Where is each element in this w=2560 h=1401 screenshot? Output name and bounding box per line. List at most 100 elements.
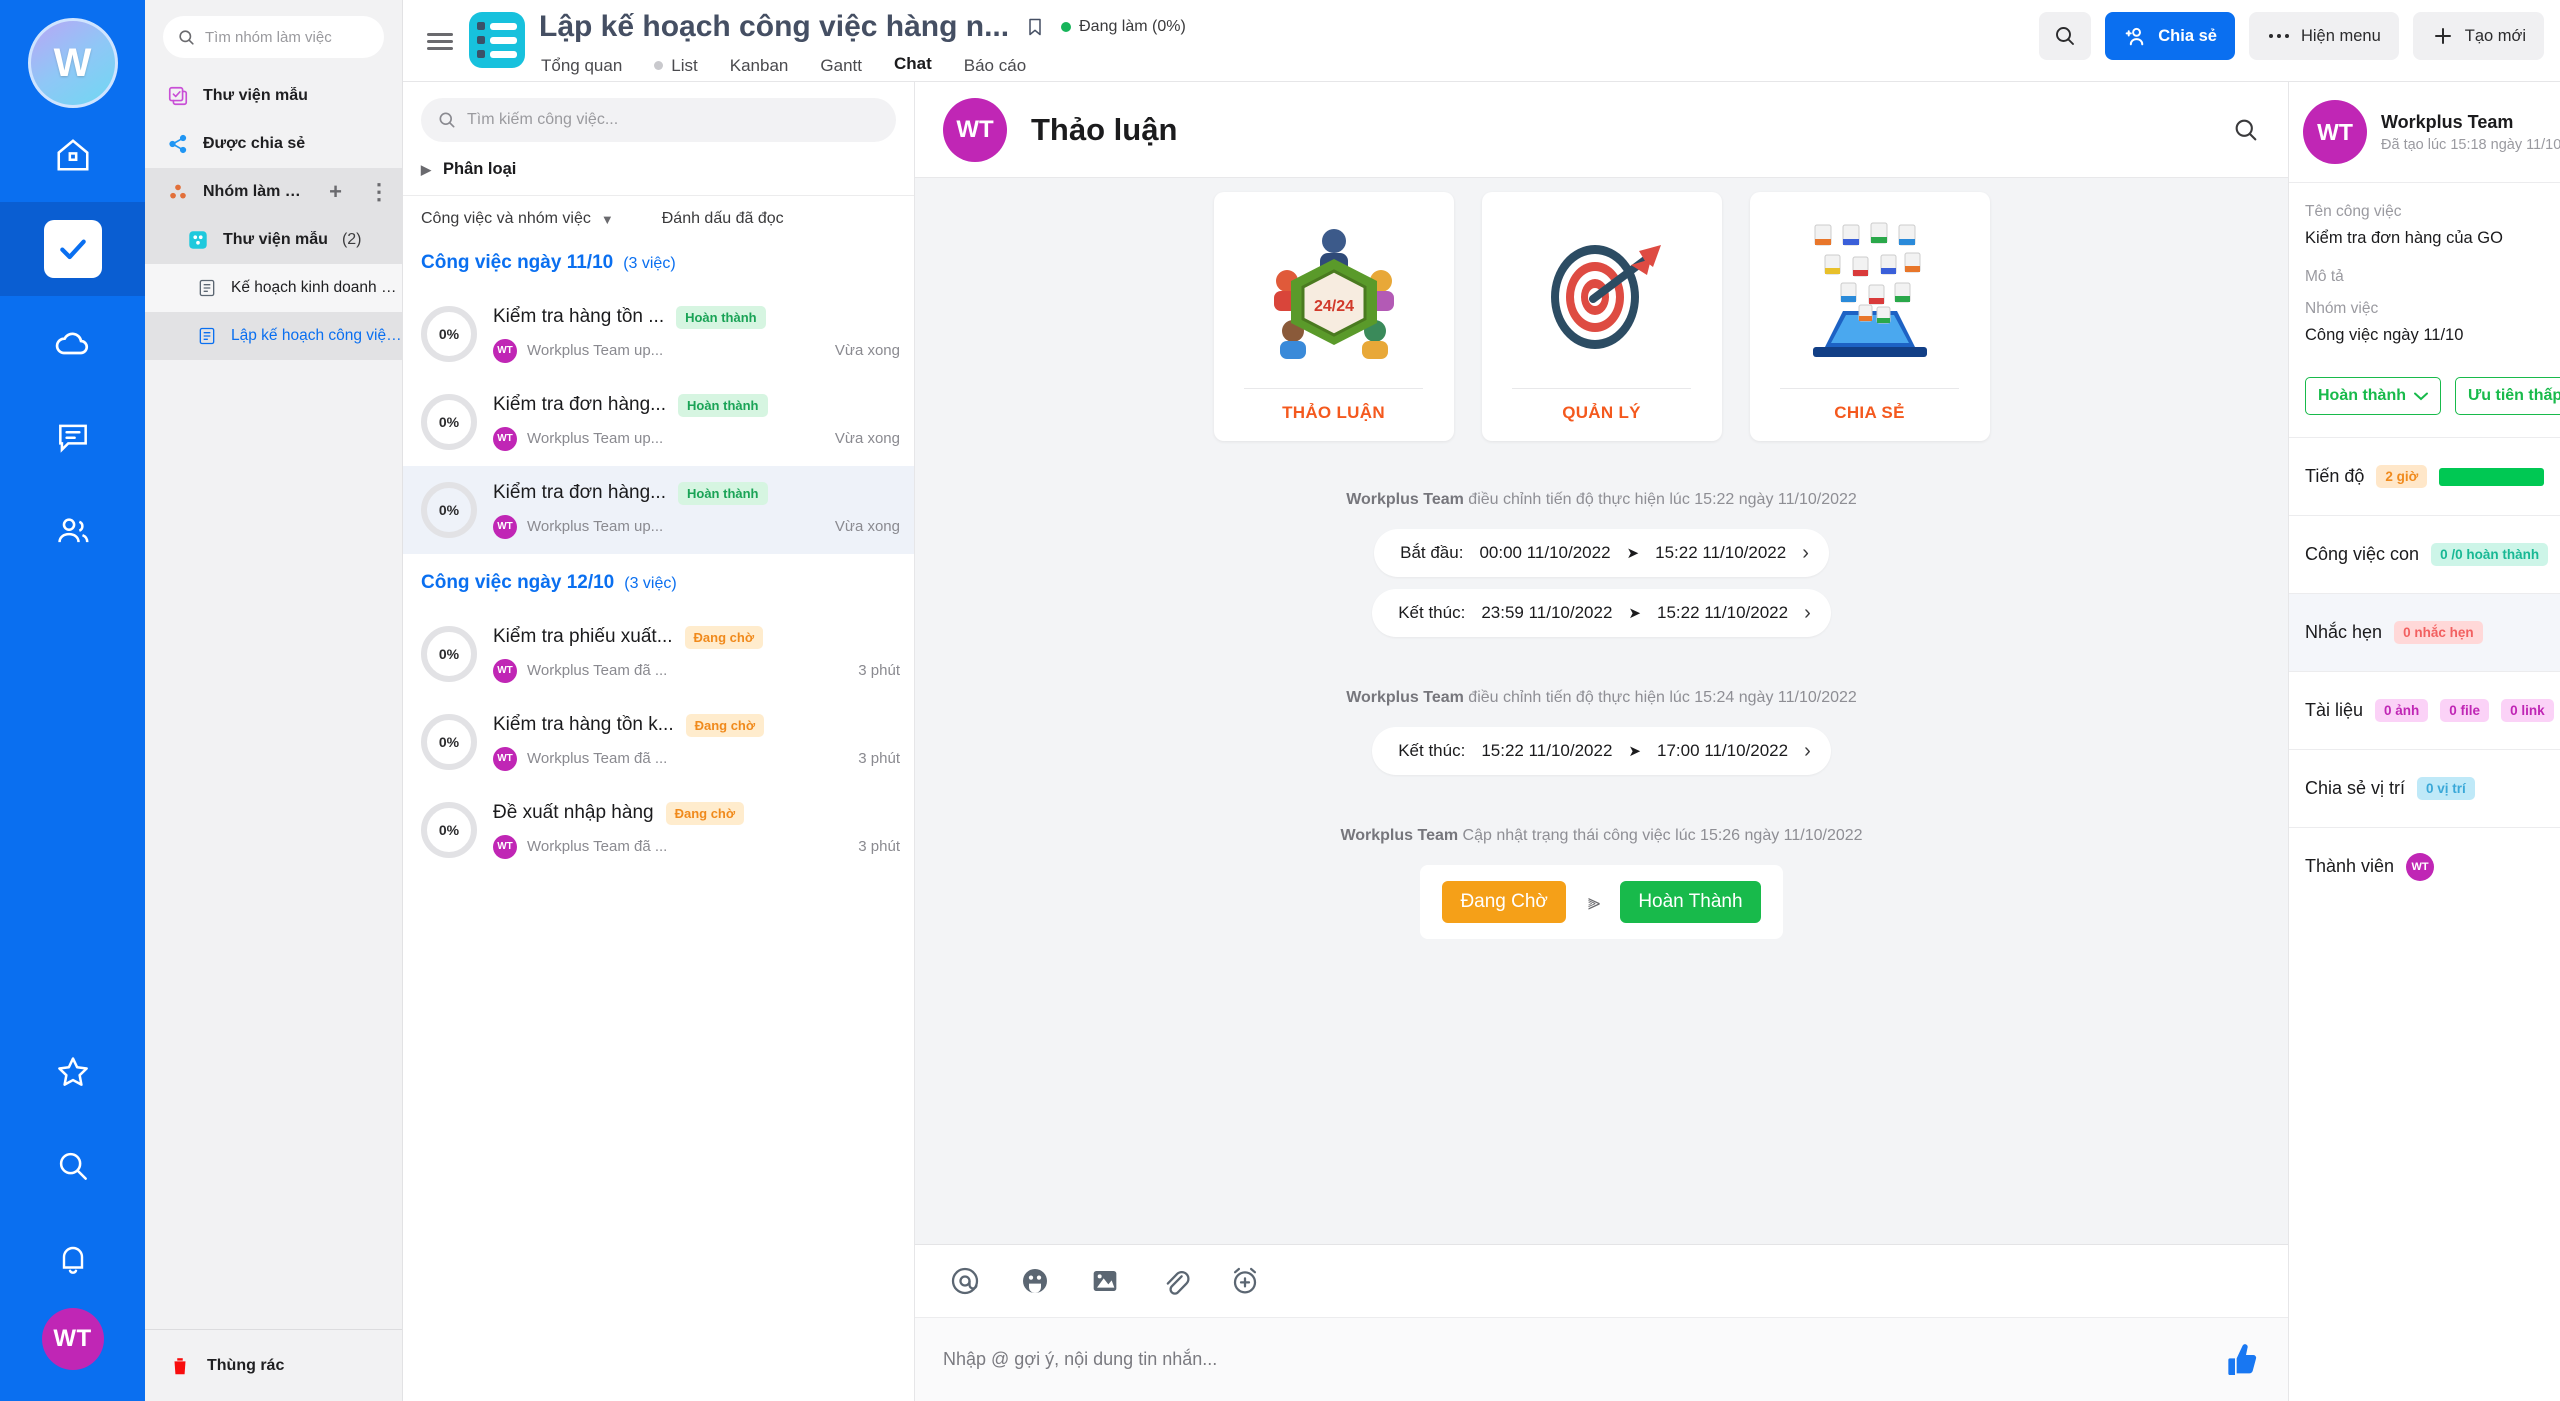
rail-user-avatar[interactable]: WT <box>0 1307 145 1401</box>
rail-item-contacts[interactable] <box>0 484 145 578</box>
task-meta: WT Workplus Team đã ... 3 phút <box>493 746 914 771</box>
workspace-search[interactable] <box>163 16 384 58</box>
detail-row-reminders[interactable]: Nhắc hẹn 0 nhắc hẹn <box>2289 593 2560 671</box>
thumbs-up-icon[interactable] <box>2220 1340 2260 1380</box>
avatar: WT <box>2406 852 2435 881</box>
share-icon <box>167 133 189 155</box>
table-row[interactable]: 0% Kiểm tra đơn hàng... Hoàn thành WT Wo… <box>403 378 914 466</box>
detail-fields: Tên công việc Kiểm tra đơn hàng của GO M… <box>2289 183 2560 371</box>
sidebar-item-lap-ke-hoach-cong-viec[interactable]: Lập kế hoạch công việc ... <box>145 312 402 360</box>
mention-icon[interactable] <box>949 1265 981 1297</box>
progress-value: 0% <box>438 502 460 518</box>
hamburger-menu-icon[interactable] <box>417 0 463 82</box>
status-text: Đang làm (0%) <box>1079 18 1186 35</box>
detail-row-subtasks[interactable]: Công việc con 0 /0 hoàn thành <box>2289 515 2560 593</box>
bookmark-icon[interactable] <box>1025 15 1045 39</box>
detail-row-documents[interactable]: Tài liệu 0 ảnh 0 file 0 link <box>2289 671 2560 749</box>
add-workgroup-button[interactable]: + <box>329 179 354 205</box>
workgroup-more-button[interactable]: ⋮ <box>368 179 402 205</box>
progress-ring: 0% <box>421 482 477 538</box>
chevron-right-icon[interactable]: › <box>1804 602 1811 625</box>
trash-label: Thùng rác <box>207 1356 285 1374</box>
status-badge: Đang chờ <box>685 713 765 737</box>
search-icon <box>44 1137 102 1195</box>
chevron-down-icon[interactable]: ▼ <box>601 212 614 227</box>
task-search-wrap <box>403 82 914 152</box>
task-group-name: Công việc ngày 11/10 <box>421 252 614 273</box>
change-to: 15:22 11/10/2022 <box>1655 543 1787 562</box>
progress-ring: 0% <box>421 802 477 858</box>
sidebar-item-template-library[interactable]: Thư viện mẫu <box>145 72 402 120</box>
title-zone: Lập kế hoạch công việc hàng n... Đang là… <box>539 0 1186 87</box>
field-value-task-name[interactable]: Kiểm tra đơn hàng của GO <box>2305 229 2544 248</box>
card-thao-luan[interactable]: 24/24 THẢO LUẬN <box>1213 192 1454 441</box>
rail-item-search[interactable] <box>0 1119 145 1213</box>
sidebar-item-trash[interactable]: Thùng rác <box>145 1329 402 1401</box>
sidebar-item-workgroup[interactable]: Nhóm làm việc + ⋮ <box>145 168 402 216</box>
emoji-icon[interactable] <box>1019 1265 1051 1297</box>
detail-row-location[interactable]: Chia sẻ vị trí 0 vị trí <box>2289 749 2560 827</box>
create-new-button[interactable]: Tạo mới <box>2412 12 2544 60</box>
table-row[interactable]: 0% Kiểm tra hàng tồn ... Hoàn thành WT W… <box>403 290 914 378</box>
task-group-header[interactable]: Công việc ngày 12/10 (3 việc) <box>403 554 914 610</box>
task-time: 3 phút <box>858 838 900 855</box>
rail-item-tasks[interactable] <box>0 202 145 296</box>
card-chia-se[interactable]: CHIA SẺ <box>1749 192 1990 441</box>
attachment-icon[interactable] <box>1159 1265 1191 1297</box>
task-content: Kiểm tra đơn hàng... Hoàn thành WT Workp… <box>493 481 914 539</box>
status-dropdown[interactable]: Hoàn thành <box>2305 377 2441 415</box>
task-group-name: Công việc ngày 12/10 <box>421 572 615 593</box>
table-row[interactable]: 0% Kiểm tra hàng tồn k... Đang chờ WT Wo… <box>403 698 914 786</box>
rail-item-cloud[interactable] <box>0 296 145 390</box>
mark-read-button[interactable]: Đánh dấu đã đọc <box>662 210 784 228</box>
share-button[interactable]: Chia sẻ <box>2105 12 2235 60</box>
bar <box>427 39 453 43</box>
chevron-right-icon[interactable]: › <box>1802 542 1809 565</box>
change-pill[interactable]: Kết thúc: 23:59 11/10/2022 ➤ 15:22 11/10… <box>1372 589 1831 637</box>
arrow-right-icon: ➤ <box>1628 743 1641 760</box>
task-time: 3 phút <box>858 662 900 679</box>
event-time: lúc 15:22 ngày 11/10/2022 <box>1669 491 1857 508</box>
card-quan-ly[interactable]: QUẢN LÝ <box>1481 192 1722 441</box>
sidebar-item-ke-hoach-kinh-doanh[interactable]: Kế hoạch kinh doanh nh... <box>145 264 402 312</box>
rail-item-home[interactable] <box>0 108 145 202</box>
table-row[interactable]: 0% Đề xuất nhập hàng Đang chờ WT Workplu… <box>403 786 914 874</box>
chat-messages[interactable]: 24/24 THẢO LUẬN QUẢN LÝ CHIA SẺ Workplus… <box>915 178 2288 1244</box>
field-label-task-name: Tên công việc <box>2305 203 2402 220</box>
detail-row-progress[interactable]: Tiến độ 2 giờ <box>2289 437 2560 515</box>
show-menu-button[interactable]: Hiện menu <box>2248 12 2399 60</box>
image-icon[interactable] <box>1089 1265 1121 1297</box>
tab-dot-icon <box>654 61 664 70</box>
table-row[interactable]: 0% Kiểm tra đơn hàng... Hoàn thành WT Wo… <box>403 466 914 554</box>
change-pill[interactable]: Bắt đầu: 00:00 11/10/2022 ➤ 15:22 11/10/… <box>1374 529 1829 577</box>
table-row[interactable]: 0% Kiểm tra phiếu xuất... Đang chờ WT Wo… <box>403 610 914 698</box>
task-search[interactable] <box>421 98 896 142</box>
task-meta: WT Workplus Team up... Vừa xong <box>493 514 914 539</box>
rail-item-favorites[interactable] <box>0 1025 145 1119</box>
task-group-header[interactable]: Công việc ngày 11/10 (3 việc) <box>403 242 914 290</box>
tab-label: Tổng quan <box>541 55 623 75</box>
event-actor: Workplus Team <box>1340 827 1459 844</box>
sidebar-group-template-library[interactable]: Thư viện mẫu (2) <box>145 216 402 264</box>
task-search-input[interactable] <box>467 111 880 129</box>
field-value-group[interactable]: Công việc ngày 11/10 <box>2305 326 2544 345</box>
reminder-icon[interactable] <box>1229 1265 1261 1297</box>
priority-chip[interactable]: Ưu tiên thấp <box>2455 377 2560 415</box>
app-logo[interactable]: W <box>27 18 118 108</box>
topbar-search-button[interactable] <box>2039 12 2092 60</box>
rail-item-notifications[interactable] <box>0 1213 145 1307</box>
task-sort-label[interactable]: Công việc và nhóm việc <box>421 210 591 228</box>
chevron-right-icon[interactable]: › <box>1804 740 1811 763</box>
detail-row-members[interactable]: Thành viên WT <box>2289 827 2560 905</box>
change-to: 17:00 11/10/2022 <box>1657 741 1789 760</box>
workspace-search-input[interactable] <box>205 28 370 46</box>
change-pill[interactable]: Kết thúc: 15:22 11/10/2022 ➤ 17:00 11/10… <box>1372 727 1831 775</box>
chat-search-button[interactable] <box>2232 116 2260 144</box>
task-filter-toggle[interactable]: ▶ Phân loại <box>403 152 914 196</box>
rail-item-chat[interactable] <box>0 390 145 484</box>
task-content: Kiểm tra phiếu xuất... Đang chờ WT Workp… <box>493 625 914 683</box>
sidebar-item-shared[interactable]: Được chia sẻ <box>145 120 402 168</box>
bell-icon <box>44 1231 102 1289</box>
status-from-badge: Đang Chờ <box>1442 881 1566 923</box>
message-input-row[interactable]: Nhập @ gợi ý, nội dung tin nhắn... <box>915 1317 2288 1401</box>
